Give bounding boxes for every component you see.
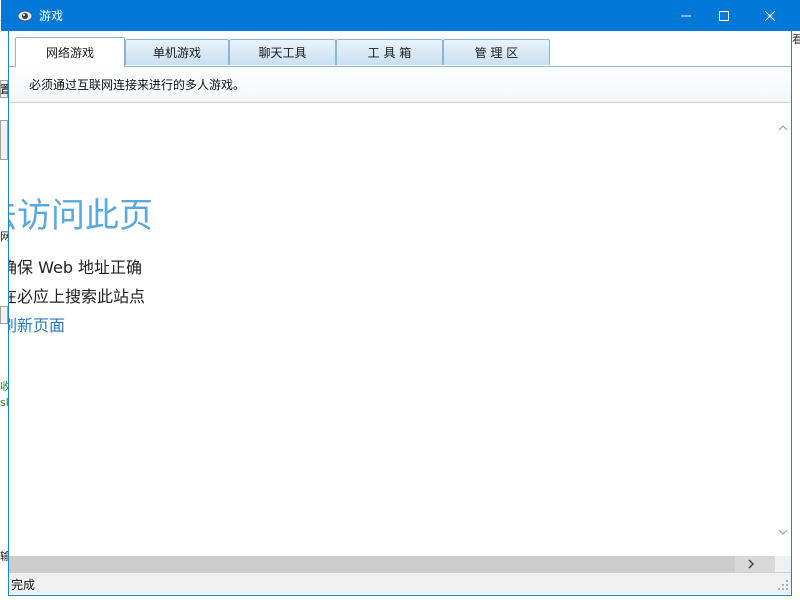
background-field — [0, 306, 8, 324]
tab-description-bar: 必须通过互联网连接来进行的多人游戏。 — [9, 67, 791, 103]
background-desktop-right: av t 看 — [792, 0, 800, 600]
status-text: 完成 — [11, 578, 36, 592]
tab-toolbox[interactable]: 工 具 箱 — [336, 39, 443, 65]
tab-admin[interactable]: 管 理 区 — [443, 39, 550, 65]
tab-strip: 网络游戏 单机游戏 聊天工具 工 具 箱 管 理 区 — [9, 31, 791, 67]
tab-label: 聊天工具 — [258, 46, 307, 60]
web-content-area[interactable]: 法访问此页 确保 Web 地址正确 在必应上搜索此站点 刷新页面 — [9, 104, 775, 556]
tab-label: 管 理 区 — [474, 46, 519, 60]
tab-label: 单机游戏 — [152, 46, 201, 60]
vertical-scrollbar[interactable] — [775, 104, 791, 556]
minimize-icon — [681, 15, 691, 16]
horizontal-scrollbar[interactable] — [9, 556, 791, 572]
scroll-down-icon[interactable] — [775, 524, 791, 540]
refresh-page-link[interactable]: 刷新页面 — [9, 312, 65, 336]
maximize-icon — [719, 10, 729, 21]
close-button[interactable] — [747, 0, 793, 31]
scroll-right-icon[interactable] — [741, 556, 761, 572]
app-eye-icon — [17, 8, 33, 24]
tab-chat-tools[interactable]: 聊天工具 — [229, 39, 336, 65]
resize-grip-icon[interactable] — [777, 579, 789, 591]
tab-online-games[interactable]: 网络游戏 — [15, 37, 125, 67]
scroll-up-icon[interactable] — [775, 120, 791, 136]
tab-label: 工 具 箱 — [367, 46, 412, 60]
background-desktop-left: 商 置 网 收 sk 输 — [0, 0, 12, 600]
close-icon — [765, 10, 775, 21]
tab-single-games[interactable]: 单机游戏 — [125, 39, 229, 65]
horizontal-scroll-thumb[interactable] — [9, 556, 735, 572]
error-tip-search: 在必应上搜索此站点 — [9, 287, 146, 306]
game-window: 游戏 网络游戏 单机游戏 聊天工具 工 具 箱 管 理 区 必须通过互联网连接来… — [1, 0, 800, 596]
status-bar: 完成 — [9, 572, 791, 594]
error-heading: 法访问此页 — [9, 196, 153, 236]
scrollbar-corner — [775, 556, 791, 572]
maximize-button[interactable] — [701, 0, 747, 31]
tab-label: 网络游戏 — [45, 46, 94, 60]
title-bar[interactable]: 游戏 — [1, 0, 800, 31]
error-tip-address: 确保 Web 地址正确 — [9, 258, 143, 277]
background-table — [0, 120, 8, 160]
tab-description: 必须通过互联网连接来进行的多人游戏。 — [29, 78, 246, 92]
window-title: 游戏 — [39, 9, 64, 23]
